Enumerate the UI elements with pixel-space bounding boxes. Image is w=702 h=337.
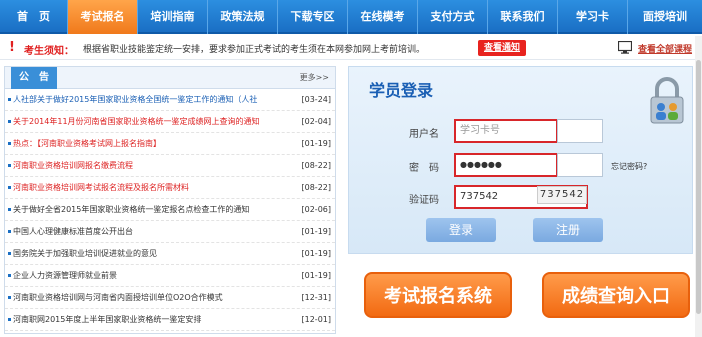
- notice-text: 根据省职业技能鉴定统一安排，要求参加正式考试的考生须在本网参加网上考前培训。: [83, 45, 426, 55]
- all-courses-link[interactable]: 查看全部课程: [638, 42, 692, 55]
- bullet-icon: [8, 230, 11, 233]
- nav-face-training[interactable]: 面授培训: [628, 0, 702, 34]
- list-item[interactable]: 国务院关于加强职业培训促进就业的意见 [01-19]: [5, 243, 335, 265]
- scrollbar-thumb[interactable]: [696, 60, 701, 314]
- nav-policies[interactable]: 政策法规: [208, 0, 278, 34]
- view-notice-button[interactable]: 查看通知: [478, 40, 526, 56]
- announcement-title[interactable]: 河南职业资格培训网与河南省内面授培训单位O2O合作模式: [13, 287, 285, 309]
- announcement-date: [12-01]: [301, 315, 332, 324]
- bullet-icon: [8, 274, 11, 277]
- announcement-title[interactable]: 企业人力资源管理师就业前景: [13, 265, 285, 287]
- announcement-title[interactable]: 关于做好全省2015年国家职业资格统一鉴定报名点检查工作的通知: [13, 199, 285, 221]
- announcements-tab[interactable]: 公 告: [11, 67, 57, 89]
- announcement-date: [01-19]: [301, 249, 332, 258]
- announcement-date: [08-22]: [301, 161, 332, 170]
- bullet-icon: [8, 208, 11, 211]
- bullet-icon: [8, 120, 11, 123]
- announcement-title[interactable]: 河南职业资格培训网考试报名流程及报名所需材料: [13, 177, 285, 199]
- announcement-title[interactable]: 河南职网2015年度上半年国家职业资格统一鉴定安排: [13, 309, 285, 331]
- announcement-title[interactable]: 人社部关于做好2015年国家职业资格全国统一鉴定工作的通知（人社: [13, 89, 285, 111]
- username-input-ext[interactable]: [557, 119, 603, 143]
- list-item[interactable]: 河南职业资格培训网考试报名流程及报名所需材料 [08-22]: [5, 177, 335, 199]
- list-item[interactable]: 关于2014年11月份河南省国家职业资格统一鉴定成绩网上查询的通知 [02-04]: [5, 111, 335, 133]
- announcement-date: [02-04]: [301, 117, 332, 126]
- login-title: 学员登录: [369, 81, 434, 100]
- announcement-title[interactable]: 关于2014年11月份河南省国家职业资格统一鉴定成绩网上查询的通知: [13, 111, 285, 133]
- score-query-button[interactable]: 成绩查询入口: [542, 272, 690, 318]
- announcement-title[interactable]: 国务院关于加强职业培训促进就业的意见: [13, 243, 285, 265]
- login-button[interactable]: 登录: [426, 218, 496, 242]
- login-panel: 学员登录 用户名 学习卡号 密 码 ●●●●●● 忘记密码? 验证码 73754…: [348, 66, 693, 254]
- nav-study-card[interactable]: 学习卡: [558, 0, 628, 34]
- monitor-icon: [618, 41, 632, 54]
- announcements-list: 人社部关于做好2015年国家职业资格全国统一鉴定工作的通知（人社 [03-24] …: [5, 89, 335, 331]
- nav-payment[interactable]: 支付方式: [418, 0, 488, 34]
- announcement-title[interactable]: 中国人心理健康标准首度公开出台: [13, 221, 285, 243]
- announcement-title[interactable]: 河南职业资格培训网报名缴费流程: [13, 155, 285, 177]
- nav-downloads[interactable]: 下载专区: [278, 0, 348, 34]
- announcement-date: [01-19]: [301, 227, 332, 236]
- bullet-icon: [8, 142, 11, 145]
- announcements-panel: 公 告 更多>> 人社部关于做好2015年国家职业资格全国统一鉴定工作的通知（人…: [4, 66, 336, 334]
- bullet-icon: [8, 318, 11, 321]
- bullet-icon: [8, 186, 11, 189]
- list-item[interactable]: 中国人心理健康标准首度公开出台 [01-19]: [5, 221, 335, 243]
- announcement-date: [01-19]: [301, 139, 332, 148]
- announcement-date: [02-06]: [301, 205, 332, 214]
- top-nav: 首 页 考试报名 培训指南 政策法规 下载专区 在线模考 支付方式 联系我们 学…: [0, 0, 702, 34]
- nav-online-mock-exam[interactable]: 在线模考: [348, 0, 418, 34]
- register-button[interactable]: 注册: [533, 218, 603, 242]
- username-input[interactable]: 学习卡号: [454, 119, 558, 143]
- password-input[interactable]: ●●●●●●: [454, 153, 558, 177]
- nav-home[interactable]: 首 页: [0, 0, 68, 34]
- exam-signup-system-button[interactable]: 考试报名系统: [364, 272, 512, 318]
- nav-training-guide[interactable]: 培训指南: [138, 0, 208, 34]
- exclamation-icon: !: [9, 40, 15, 55]
- announcement-title[interactable]: 热点：【河南职业资格考试网上报名指南】: [13, 133, 285, 155]
- password-label: 密 码: [409, 163, 439, 174]
- notice-title: 考生须知：: [24, 46, 74, 57]
- announcement-date: [03-24]: [301, 95, 332, 104]
- list-item[interactable]: 关于做好全省2015年国家职业资格统一鉴定报名点检查工作的通知 [02-06]: [5, 199, 335, 221]
- list-item[interactable]: 企业人力资源管理师就业前景 [01-19]: [5, 265, 335, 287]
- announcement-date: [08-22]: [301, 183, 332, 192]
- bullet-icon: [8, 252, 11, 255]
- bullet-icon: [8, 296, 11, 299]
- captcha-image[interactable]: 737542: [537, 186, 587, 204]
- nav-contact[interactable]: 联系我们: [488, 0, 558, 34]
- captcha-label: 验证码: [409, 195, 439, 206]
- announcement-date: [12-31]: [301, 293, 332, 302]
- lock-users-icon: [650, 77, 684, 124]
- announcements-header: 公 告 更多>>: [5, 67, 335, 89]
- announcement-date: [01-19]: [301, 271, 332, 280]
- password-input-ext[interactable]: [557, 153, 603, 177]
- forgot-password-link[interactable]: 忘记密码?: [611, 161, 647, 172]
- list-item[interactable]: 河南职网2015年度上半年国家职业资格统一鉴定安排 [12-01]: [5, 309, 335, 331]
- list-item[interactable]: 热点：【河南职业资格考试网上报名指南】 [01-19]: [5, 133, 335, 155]
- bullet-icon: [8, 98, 11, 101]
- list-item[interactable]: 河南职业资格培训网报名缴费流程 [08-22]: [5, 155, 335, 177]
- list-item[interactable]: 人社部关于做好2015年国家职业资格全国统一鉴定工作的通知（人社 [03-24]: [5, 89, 335, 111]
- nav-exam-signup[interactable]: 考试报名: [68, 0, 138, 34]
- notice-bar: ! 考生须知： 根据省职业技能鉴定统一安排，要求参加正式考试的考生须在本网参加网…: [0, 36, 702, 60]
- bullet-icon: [8, 164, 11, 167]
- list-item[interactable]: 河南职业资格培训网与河南省内面授培训单位O2O合作模式 [12-31]: [5, 287, 335, 309]
- username-label: 用户名: [409, 129, 439, 140]
- more-link[interactable]: 更多>>: [300, 72, 329, 83]
